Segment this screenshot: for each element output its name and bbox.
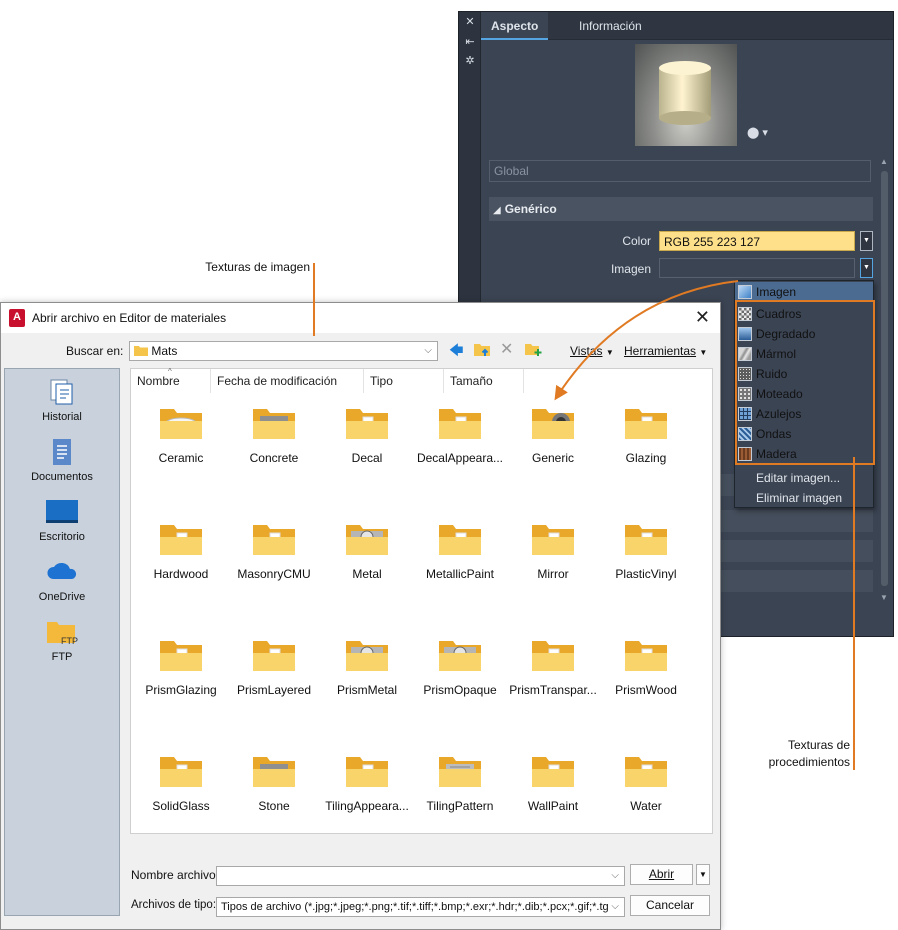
callout-image-textures: Texturas de imagen [205,260,310,274]
annotation-lines [313,263,855,770]
callout-line: Texturas de [787,738,850,752]
image-textures-arrow [554,280,739,401]
callout-procedural: Texturas de procedimientos [740,737,850,771]
callout-line: procedimientos [768,755,850,769]
